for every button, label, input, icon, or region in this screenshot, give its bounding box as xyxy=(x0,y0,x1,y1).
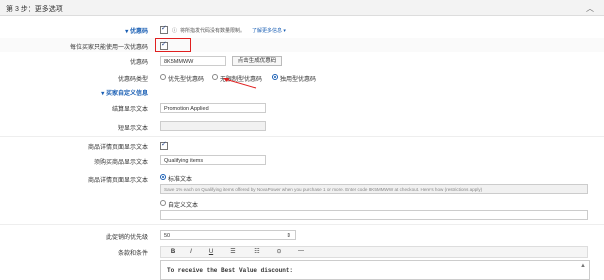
italic-button[interactable]: I xyxy=(185,249,197,255)
step-title: 第 3 步：更多选项 xyxy=(6,6,63,13)
annotation-arrow-icon xyxy=(223,78,257,89)
step-header[interactable]: 第 3 步：更多选项 ︿ xyxy=(0,0,604,16)
standard-text-field[interactable]: Save 1% each on Qualifying items offered… xyxy=(160,184,588,194)
terms-editor[interactable]: To receive the Best Value discount: ▲ xyxy=(160,260,590,280)
editor-text: To receive the Best Value discount: xyxy=(167,267,294,274)
scroll-up-icon[interactable]: ▲ xyxy=(580,263,586,269)
priority-value: 50 xyxy=(164,233,171,239)
detail-checkbox[interactable] xyxy=(160,140,168,150)
once-per-buyer-checkbox[interactable] xyxy=(160,40,168,50)
numbered-list-icon[interactable]: ☷ xyxy=(251,248,263,255)
circle-icon[interactable]: ⊙ xyxy=(273,248,285,255)
coupon-note: 将所指发代码没有数量限制。 xyxy=(180,28,246,34)
detail-text-label: 商品详情页面显示文本 xyxy=(87,178,148,184)
purchase-text-input[interactable]: Qualifying items xyxy=(160,155,266,165)
priority-select[interactable]: 50 ⇕ xyxy=(160,230,296,240)
detail-checkbox-label: 商品详情页面显示文本 xyxy=(87,145,148,151)
code-label: 优惠码 xyxy=(129,60,148,66)
short-text-label: 短显示文本 xyxy=(117,126,148,132)
collapse-chevron-icon[interactable]: ︿ xyxy=(586,3,594,14)
code-type-radio-2[interactable] xyxy=(272,74,278,80)
divider xyxy=(0,224,604,225)
once-per-buyer-label: 每位买家只能使用一次优惠码 xyxy=(69,45,148,51)
learn-more-link[interactable]: 了解更多信息 ▾ xyxy=(252,27,286,34)
checkout-text-label: 结算显示文本 xyxy=(111,107,148,113)
code-input[interactable]: 8K5MMWW xyxy=(160,56,226,66)
code-type-option-2: 独用型优惠码 xyxy=(280,77,317,83)
short-text-input[interactable] xyxy=(160,121,266,131)
code-type-option-0: 优先型优惠码 xyxy=(168,77,205,83)
dash-icon[interactable]: — xyxy=(295,248,307,254)
code-type-radio-0[interactable] xyxy=(160,74,166,80)
terms-label: 条款和条件 xyxy=(117,251,148,257)
custom-text-field[interactable] xyxy=(160,210,588,220)
generate-code-button[interactable]: 点击生成优惠码 xyxy=(232,56,282,66)
standard-text-label: 标准文本 xyxy=(168,177,193,183)
checkout-text-input[interactable]: Promotion Applied xyxy=(160,103,266,113)
code-type-label: 优惠码类型 xyxy=(117,77,148,83)
coupon-enabled-checkbox[interactable] xyxy=(160,24,168,34)
underline-button[interactable]: U xyxy=(205,249,217,255)
info-icon: ⓘ xyxy=(172,28,178,34)
select-arrows-icon: ⇕ xyxy=(286,233,291,239)
coupon-section-label: ▾ 优惠码 xyxy=(125,29,148,35)
editor-toolbar: B I U ☰ ☷ ⊙ — xyxy=(160,246,588,258)
purchase-text-label: 须购买商品显示文本 xyxy=(93,160,148,166)
bold-button[interactable]: B xyxy=(167,249,179,255)
divider xyxy=(0,136,604,137)
code-type-radio-1[interactable] xyxy=(212,74,218,80)
custom-text-radio[interactable] xyxy=(160,200,166,206)
bullet-list-icon[interactable]: ☰ xyxy=(227,248,239,255)
priority-label: 此促销的优先级 xyxy=(105,235,148,241)
custom-info-label: ▾ 买家自定义信息 xyxy=(101,91,148,97)
custom-text-label: 自定义文本 xyxy=(168,203,199,209)
standard-text-radio[interactable] xyxy=(160,174,166,180)
